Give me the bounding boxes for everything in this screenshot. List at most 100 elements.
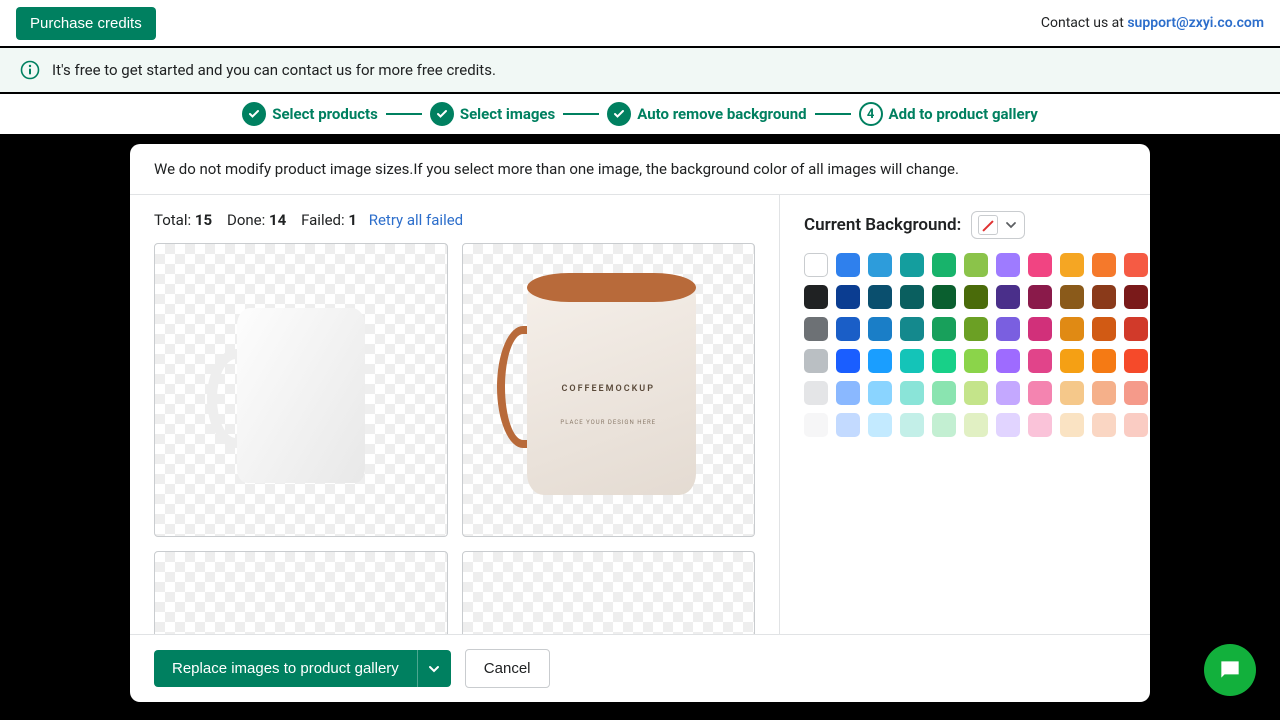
info-banner-text: It's free to get started and you can con…	[52, 61, 496, 79]
color-swatch[interactable]	[932, 349, 956, 373]
color-swatch[interactable]	[932, 381, 956, 405]
color-swatch[interactable]	[964, 413, 988, 437]
chat-fab[interactable]	[1204, 644, 1256, 696]
color-swatch[interactable]	[900, 285, 924, 309]
color-swatch[interactable]	[836, 317, 860, 341]
color-swatch[interactable]	[964, 349, 988, 373]
results-pane: Total: 15 Done: 14 Failed: 1 Retry all f…	[130, 195, 780, 634]
color-swatch[interactable]	[996, 381, 1020, 405]
color-swatch[interactable]	[964, 285, 988, 309]
color-swatch[interactable]	[804, 253, 828, 277]
color-swatch[interactable]	[1092, 253, 1116, 277]
color-swatch[interactable]	[836, 349, 860, 373]
color-swatch[interactable]	[996, 285, 1020, 309]
color-swatch[interactable]	[836, 285, 860, 309]
color-swatch[interactable]	[1124, 253, 1148, 277]
color-swatch[interactable]	[1124, 413, 1148, 437]
color-swatch[interactable]	[1124, 317, 1148, 341]
card-footer: Replace images to product gallery Cancel	[130, 634, 1150, 702]
color-swatch[interactable]	[1028, 285, 1052, 309]
color-swatch[interactable]	[1028, 253, 1052, 277]
contact-text: Contact us at support@zxyi.co.com	[1041, 15, 1264, 31]
color-swatch[interactable]	[868, 285, 892, 309]
color-swatch[interactable]	[900, 253, 924, 277]
color-swatch[interactable]	[836, 413, 860, 437]
step-1: Select products	[242, 102, 378, 126]
check-icon	[430, 102, 454, 126]
card-notice: We do not modify product image sizes.If …	[130, 144, 1150, 195]
cancel-button[interactable]: Cancel	[465, 649, 550, 688]
color-swatch[interactable]	[1028, 349, 1052, 373]
color-swatch[interactable]	[1092, 285, 1116, 309]
image-cell[interactable]	[462, 551, 756, 635]
replace-images-split-button: Replace images to product gallery	[154, 650, 451, 687]
color-swatch[interactable]	[900, 349, 924, 373]
image-grid: COFFEEMOCKUP PLACE YOUR DESIGN HERE	[154, 243, 755, 634]
purchase-credits-button[interactable]: Purchase credits	[16, 7, 156, 40]
color-swatch[interactable]	[1060, 413, 1084, 437]
color-swatch[interactable]	[964, 317, 988, 341]
color-swatch[interactable]	[964, 381, 988, 405]
color-swatch[interactable]	[1060, 253, 1084, 277]
color-swatch[interactable]	[1092, 381, 1116, 405]
color-swatch[interactable]	[1092, 317, 1116, 341]
image-cell[interactable]: COFFEEMOCKUP PLACE YOUR DESIGN HERE	[462, 243, 756, 537]
color-swatch[interactable]	[900, 413, 924, 437]
color-swatch[interactable]	[836, 381, 860, 405]
color-swatch[interactable]	[1060, 285, 1084, 309]
color-swatch[interactable]	[1124, 381, 1148, 405]
color-swatch[interactable]	[804, 317, 828, 341]
background-pane: Current Background:	[780, 195, 1150, 634]
current-bg-label: Current Background:	[804, 215, 961, 235]
color-swatch[interactable]	[868, 381, 892, 405]
color-swatch[interactable]	[964, 253, 988, 277]
color-swatch[interactable]	[1060, 317, 1084, 341]
color-swatch[interactable]	[804, 381, 828, 405]
color-swatch[interactable]	[1028, 381, 1052, 405]
color-swatch[interactable]	[900, 381, 924, 405]
replace-images-button[interactable]: Replace images to product gallery	[154, 650, 417, 687]
stepper: Select products Select images Auto remov…	[0, 94, 1280, 136]
color-swatch[interactable]	[868, 317, 892, 341]
check-icon	[242, 102, 266, 126]
color-swatch[interactable]	[1124, 349, 1148, 373]
color-swatch[interactable]	[868, 349, 892, 373]
color-swatch[interactable]	[932, 413, 956, 437]
color-swatch[interactable]	[900, 317, 924, 341]
color-swatch[interactable]	[996, 413, 1020, 437]
color-palette	[804, 253, 1126, 437]
color-swatch[interactable]	[1060, 349, 1084, 373]
step-2: Select images	[430, 102, 555, 126]
color-swatch[interactable]	[996, 253, 1020, 277]
retry-all-failed-link[interactable]: Retry all failed	[369, 211, 463, 229]
color-swatch[interactable]	[1092, 349, 1116, 373]
step-3: Auto remove background	[607, 102, 806, 126]
chat-icon	[1217, 657, 1243, 683]
color-swatch[interactable]	[996, 349, 1020, 373]
color-swatch[interactable]	[868, 413, 892, 437]
color-swatch[interactable]	[836, 253, 860, 277]
color-swatch[interactable]	[804, 413, 828, 437]
main-card: We do not modify product image sizes.If …	[130, 144, 1150, 702]
chevron-down-icon	[427, 662, 441, 676]
background-select[interactable]	[971, 211, 1025, 239]
stats-row: Total: 15 Done: 14 Failed: 1 Retry all f…	[154, 211, 755, 229]
color-swatch[interactable]	[1028, 413, 1052, 437]
color-swatch[interactable]	[932, 317, 956, 341]
support-email-link[interactable]: support@zxyi.co.com	[1127, 15, 1264, 31]
image-cell[interactable]	[154, 551, 448, 635]
color-swatch[interactable]	[932, 253, 956, 277]
color-swatch[interactable]	[1028, 317, 1052, 341]
replace-images-dropdown[interactable]	[417, 650, 451, 687]
color-swatch[interactable]	[868, 253, 892, 277]
color-swatch[interactable]	[1060, 381, 1084, 405]
color-swatch[interactable]	[804, 285, 828, 309]
color-swatch[interactable]	[996, 317, 1020, 341]
color-swatch[interactable]	[932, 285, 956, 309]
color-swatch[interactable]	[804, 349, 828, 373]
check-icon	[607, 102, 631, 126]
color-swatch[interactable]	[1124, 285, 1148, 309]
color-swatch[interactable]	[1092, 413, 1116, 437]
transparent-swatch-icon	[978, 215, 998, 235]
image-cell[interactable]	[154, 243, 448, 537]
